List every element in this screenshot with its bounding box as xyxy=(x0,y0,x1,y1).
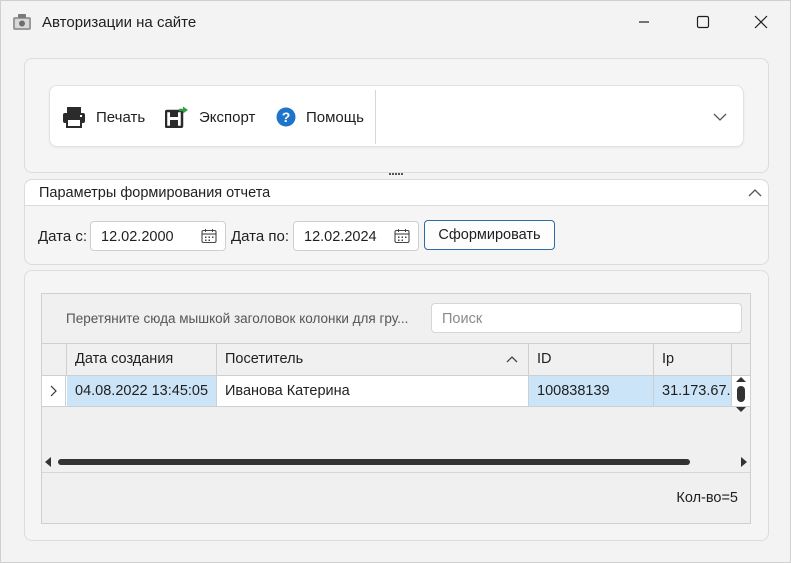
column-header-label: Посетитель xyxy=(225,351,304,367)
app-icon xyxy=(13,14,31,30)
search-input[interactable]: Поиск xyxy=(431,303,742,333)
splitter-grip[interactable] xyxy=(389,173,405,177)
maximize-button[interactable] xyxy=(680,7,726,37)
minimize-button[interactable] xyxy=(621,7,667,37)
generate-button[interactable]: Сформировать xyxy=(424,220,555,250)
params-header[interactable]: Параметры формирования отчета xyxy=(25,180,768,206)
grid-footer: Кол-во=5 xyxy=(42,472,750,523)
cell-created[interactable]: 04.08.2022 13:45:05 xyxy=(67,376,217,406)
cell-ip[interactable]: 31.173.67. xyxy=(654,376,732,406)
chevron-right-icon xyxy=(50,385,57,397)
maximize-icon xyxy=(696,15,710,29)
column-header-label: Дата создания xyxy=(75,351,174,367)
date-to-value: 12.02.2024 xyxy=(304,229,377,245)
column-header-label: ID xyxy=(537,351,552,367)
column-header-label: Ip xyxy=(662,351,675,367)
calendar-icon[interactable] xyxy=(201,228,217,244)
printer-icon xyxy=(63,107,85,128)
calendar-icon[interactable] xyxy=(394,228,410,244)
column-header-ip[interactable]: Ip xyxy=(654,344,732,375)
grid-header: Дата создания Посетитель ID Ip xyxy=(42,343,750,376)
export-button[interactable]: Экспорт xyxy=(165,86,255,148)
chevron-up-icon[interactable] xyxy=(748,188,762,198)
column-header-visitor[interactable]: Посетитель xyxy=(217,344,529,375)
export-label: Экспорт xyxy=(199,108,256,126)
date-from-label: Дата с: xyxy=(38,228,88,245)
minimize-icon xyxy=(639,21,649,23)
toolbar: Печать Экспорт ? Помощь xyxy=(49,85,744,147)
cell-id[interactable]: 100838139 xyxy=(529,376,654,406)
table-row[interactable]: 04.08.2022 13:45:05 Иванова Катерина 100… xyxy=(42,376,750,407)
data-grid: Перетяните сюда мышкой заголовок колонки… xyxy=(41,293,751,524)
print-label: Печать xyxy=(96,108,146,126)
date-from-value: 12.02.2000 xyxy=(101,229,174,245)
cell-text: 04.08.2022 13:45:05 xyxy=(75,383,209,399)
toolbar-separator xyxy=(375,90,376,144)
close-icon xyxy=(754,15,768,29)
group-panel-hint: Перетяните сюда мышкой заголовок колонки… xyxy=(66,311,409,326)
help-icon: ? xyxy=(276,107,296,127)
column-header-id[interactable]: ID xyxy=(529,344,654,375)
date-to-picker[interactable]: 12.02.2024 xyxy=(293,221,419,251)
sort-ascending-icon xyxy=(506,356,518,363)
cell-visitor[interactable]: Иванова Катерина xyxy=(217,376,529,406)
date-from-picker[interactable]: 12.02.2000 xyxy=(90,221,226,251)
title-bar: Авторизации на сайте xyxy=(1,1,790,43)
print-button[interactable]: Печать xyxy=(62,86,145,148)
horizontal-scrollbar[interactable] xyxy=(42,452,750,472)
record-count: Кол-во=5 xyxy=(676,490,738,506)
cell-text: Иванова Катерина xyxy=(225,383,350,399)
vertical-scrollbar[interactable] xyxy=(732,376,750,414)
help-button[interactable]: ? Помощь xyxy=(276,86,364,148)
row-indicator xyxy=(42,376,66,406)
app-window: Авторизации на сайте Печать Экспорт ? По… xyxy=(0,0,791,563)
row-indicator-header xyxy=(42,344,67,375)
cell-text: 100838139 xyxy=(537,383,610,399)
window-title: Авторизации на сайте xyxy=(42,14,197,31)
column-header-created[interactable]: Дата создания xyxy=(67,344,217,375)
report-params-panel: Параметры формирования отчета Дата с: 12… xyxy=(24,179,769,265)
params-title: Параметры формирования отчета xyxy=(39,185,271,201)
search-placeholder: Поиск xyxy=(442,311,483,327)
svg-text:?: ? xyxy=(282,109,291,125)
help-label: Помощь xyxy=(306,108,364,126)
close-button[interactable] xyxy=(738,7,784,37)
date-to-label: Дата по: xyxy=(231,228,290,245)
cell-text: 31.173.67. xyxy=(662,383,731,399)
export-icon xyxy=(165,106,188,128)
chevron-down-icon[interactable] xyxy=(713,112,727,122)
